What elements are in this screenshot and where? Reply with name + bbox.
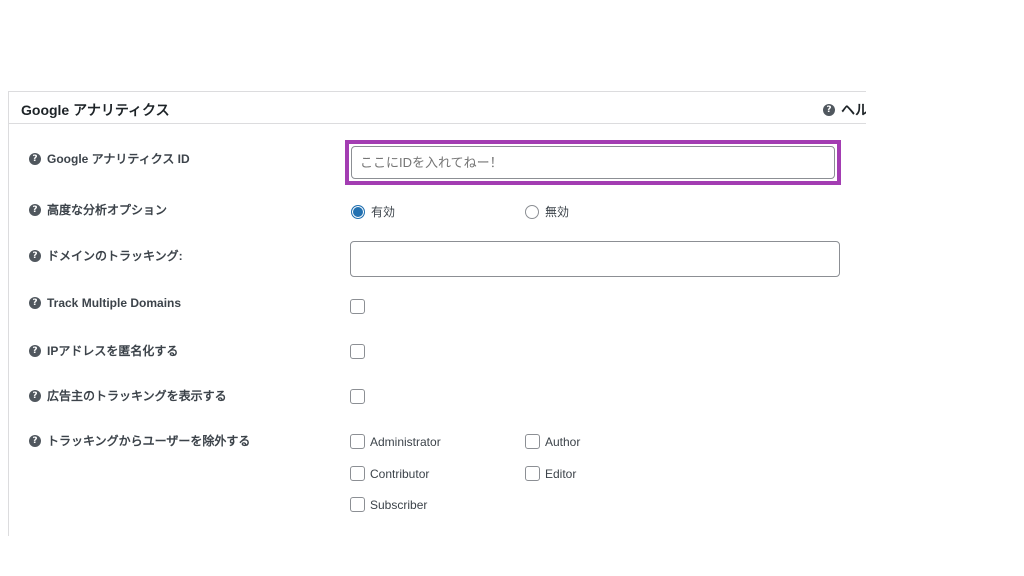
anonymize-ip-label-text: IPアドレスを匿名化する [47, 344, 179, 358]
question-circle-icon[interactable]: ? [29, 297, 41, 309]
question-circle-icon[interactable]: ? [29, 344, 41, 357]
anonymize-ip-label: ? IPアドレスを匿名化する [29, 342, 178, 359]
anonymize-ip-checkbox[interactable] [350, 344, 365, 359]
role-contributor-label: Contributor [370, 466, 430, 481]
role-author-checkbox[interactable] [525, 434, 540, 449]
role-editor-label: Editor [545, 466, 577, 481]
help-label: ヘル [841, 102, 866, 118]
role-author-label: Author [545, 434, 581, 449]
advanced-options-label-text: 高度な分析オプション [47, 203, 168, 217]
panel-title: Google アナリティクス [21, 102, 170, 118]
advertiser-tracking-label-text: 広告主のトラッキングを表示する [47, 389, 227, 403]
advertiser-tracking-checkbox[interactable] [350, 389, 365, 404]
question-circle-icon: ? [823, 104, 835, 116]
radio-disabled-indicator[interactable] [525, 204, 539, 219]
role-administrator-label: Administrator [370, 434, 441, 449]
role-subscriber-checkbox[interactable] [350, 497, 365, 512]
role-subscriber-label: Subscriber [370, 497, 428, 512]
question-circle-icon[interactable]: ? [29, 152, 41, 165]
radio-enabled-label: 有効 [371, 205, 396, 219]
multi-domains-label: ? Track Multiple Domains [29, 296, 181, 310]
radio-disabled[interactable]: 無効 [525, 203, 569, 220]
role-subscriber[interactable]: Subscriber [350, 497, 427, 512]
ga-id-input[interactable] [351, 146, 835, 179]
radio-enabled-indicator[interactable] [351, 204, 365, 219]
advertiser-tracking-label: ? 広告主のトラッキングを表示する [29, 387, 227, 404]
role-administrator[interactable]: Administrator [350, 434, 441, 449]
question-circle-icon[interactable]: ? [29, 434, 41, 447]
domain-tracking-input[interactable] [350, 241, 840, 277]
role-editor[interactable]: Editor [525, 466, 576, 481]
radio-enabled[interactable]: 有効 [351, 203, 395, 220]
help-link[interactable]: ? ヘル [823, 100, 866, 120]
role-editor-checkbox[interactable] [525, 466, 540, 481]
role-contributor[interactable]: Contributor [350, 466, 429, 481]
panel-header: Google アナリティクス ? ヘル [9, 92, 866, 124]
question-circle-icon[interactable]: ? [29, 249, 41, 262]
role-author[interactable]: Author [525, 434, 580, 449]
google-analytics-panel: Google アナリティクス ? ヘル ? Google アナリティクス ID … [8, 91, 866, 536]
domain-tracking-label-text: ドメインのトラッキング: [47, 249, 183, 263]
exclude-roles-label: ? トラッキングからユーザーを除外する [29, 432, 250, 449]
multi-domains-label-text: Track Multiple Domains [47, 296, 182, 310]
exclude-roles-label-text: トラッキングからユーザーを除外する [47, 434, 251, 448]
domain-tracking-label: ? ドメインのトラッキング: [29, 247, 183, 264]
ga-id-highlight [345, 140, 841, 185]
role-contributor-checkbox[interactable] [350, 466, 365, 481]
question-circle-icon[interactable]: ? [29, 389, 41, 402]
question-circle-icon[interactable]: ? [29, 203, 41, 216]
ga-id-label-text: Google アナリティクス ID [47, 152, 190, 166]
advanced-options-label: ? 高度な分析オプション [29, 201, 167, 218]
ga-id-label: ? Google アナリティクス ID [29, 150, 190, 167]
multi-domains-checkbox[interactable] [350, 299, 365, 314]
role-administrator-checkbox[interactable] [350, 434, 365, 449]
radio-disabled-label: 無効 [545, 205, 570, 219]
